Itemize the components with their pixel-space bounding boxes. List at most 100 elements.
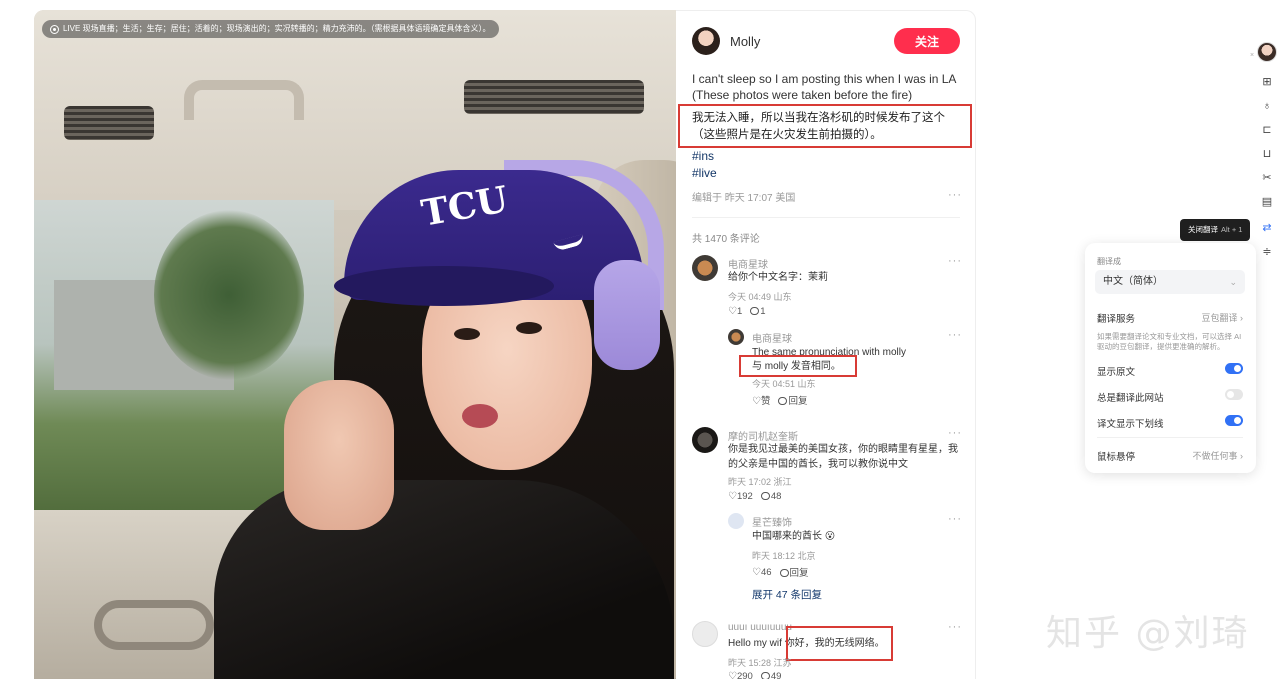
comment-actions: ♡192 48 (728, 491, 781, 502)
air-vent (64, 106, 154, 140)
reply-more-button[interactable]: ··· (948, 513, 962, 525)
reply-button[interactable]: 回复 (778, 393, 808, 407)
translation-service-row[interactable]: 翻译服务 豆包翻译 › (1097, 311, 1243, 325)
comment-more-button[interactable]: ··· (948, 427, 962, 439)
replier-name[interactable]: 电商星球 (752, 330, 792, 345)
live-icon (50, 24, 59, 34)
service-value-text: 豆包翻译 (1201, 313, 1238, 323)
service-value[interactable]: 豆包翻译 › (1201, 311, 1243, 324)
settings-icon[interactable]: ≑ (1259, 244, 1275, 260)
commenter-name[interactable]: 摩的司机赵奎斯 (728, 428, 798, 443)
always-translate-row[interactable]: 总是翻译此网站 (1097, 389, 1243, 404)
always-translate-toggle[interactable] (1225, 389, 1243, 400)
like-count: 290 (736, 671, 753, 679)
microphone-icon[interactable]: ♁ (1259, 98, 1275, 114)
reply-label: 回复 (789, 568, 809, 579)
heart-icon: ♡ (728, 306, 737, 317)
reply-button[interactable]: 回复 (779, 565, 809, 579)
hashtag-live[interactable]: #live (692, 166, 717, 180)
hover-row[interactable]: 鼠标悬停 不做任何事 › (1097, 449, 1243, 463)
reply-label: 回复 (788, 396, 808, 407)
hover-value-text: 不做任何事 (1192, 451, 1238, 461)
comments-total: 共 1470 条评论 (692, 234, 760, 245)
reply-count: 48 (770, 491, 782, 502)
comment-time: 今天 04:49 山东 (728, 292, 792, 302)
commenter-name[interactable]: 电商星球 (728, 256, 768, 271)
comment-text: 你是我见过最美的美国女孩，你的眼睛里有星星，我的父亲是中国的酋长，我可以教你说中… (728, 444, 958, 470)
commenter-avatar[interactable] (692, 621, 718, 647)
comment-text: 给你个中文名字：茉莉 (728, 272, 828, 283)
comment-icon (779, 569, 789, 577)
scissors-icon[interactable]: ✂ (1259, 170, 1275, 186)
like-button[interactable]: ♡1 (728, 306, 742, 317)
follow-button[interactable]: 关注 (894, 28, 960, 54)
show-original-row[interactable]: 显示原文 (1097, 363, 1243, 378)
comment-more-button[interactable]: ··· (948, 621, 962, 633)
service-label: 翻译服务 (1097, 314, 1136, 325)
post-more-button[interactable]: ··· (948, 189, 962, 201)
close-icon[interactable]: × (1250, 52, 1254, 59)
divider (692, 217, 960, 218)
chevron-down-icon: ⌄ (1229, 277, 1237, 287)
highlight-box (786, 626, 893, 661)
author-name[interactable]: Molly (730, 34, 760, 49)
comment-icon (750, 307, 760, 315)
commenter-avatar[interactable] (692, 255, 718, 281)
reply-button[interactable]: 49 (760, 671, 781, 679)
comment-icon (760, 492, 770, 500)
reply-button[interactable]: 1 (750, 306, 766, 317)
replier-name[interactable]: 星芒臻饰 (752, 514, 792, 529)
avatar[interactable] (692, 27, 720, 55)
commenter-avatar[interactable] (692, 427, 718, 453)
divider (1097, 437, 1243, 438)
reply-time: 今天 04:51 山东 (752, 379, 816, 389)
live-translation-banner: LIVE 现场直播；生活；生存；居住；活着的；现场演出的；实况转播的；精力充沛的… (42, 20, 499, 38)
reply-button[interactable]: 48 (760, 491, 782, 502)
eye (454, 328, 480, 340)
eye (516, 322, 542, 334)
comment-more-button[interactable]: ··· (948, 255, 962, 267)
crop-icon[interactable]: ⊏ (1259, 122, 1275, 138)
show-original-label: 显示原文 (1097, 367, 1136, 378)
post-line: I can't sleep so I am posting this when … (692, 72, 957, 86)
replier-avatar[interactable] (728, 513, 744, 529)
comment-original: Hello my wif (728, 638, 782, 649)
like-button[interactable]: ♡赞 (752, 393, 770, 407)
screenshot-icon[interactable]: ⊞ (1259, 74, 1275, 90)
post-photo[interactable]: TCU LIVE 现场直播；生活；生存；居住；活着的；现场演出的；实况转播的；精… (34, 10, 676, 679)
target-language-select[interactable]: 中文（简体） ⌄ (1095, 270, 1245, 294)
translate-to-label: 翻译成 (1097, 257, 1121, 266)
like-button[interactable]: ♡192 (728, 491, 753, 502)
close-translation-tooltip: 关闭翻译 Alt + 1 (1180, 219, 1251, 241)
reply-time: 昨天 18:12 北京 (752, 551, 816, 561)
bookmark-icon[interactable]: ⊔ (1259, 146, 1275, 162)
underline-row[interactable]: 译文显示下划线 (1097, 415, 1243, 430)
show-original-toggle[interactable] (1225, 363, 1243, 374)
reply-more-button[interactable]: ··· (948, 329, 962, 341)
like-button[interactable]: ♡46 (752, 567, 772, 578)
always-translate-label: 总是翻译此网站 (1097, 393, 1164, 404)
hover-value[interactable]: 不做任何事 › (1192, 449, 1243, 462)
document-icon[interactable]: ▤ (1259, 194, 1275, 210)
tooltip-shortcut: Alt + 1 (1221, 225, 1243, 234)
replier-avatar[interactable] (728, 329, 744, 345)
hashtag-ins[interactable]: #ins (692, 149, 714, 163)
post-panel: Molly 关注 I can't sleep so I am posting t… (676, 10, 976, 679)
heart-icon: ♡ (728, 671, 737, 679)
heart-icon: ♡ (752, 566, 761, 578)
like-button[interactable]: ♡290 (728, 671, 753, 679)
leather-jacket (214, 480, 674, 679)
translation-settings-panel: 翻译成 中文（简体） ⌄ 翻译服务 豆包翻译 › 如果需要翻译论文和专业文档，可… (1085, 243, 1256, 473)
author-info[interactable]: Molly (692, 27, 760, 55)
service-description: 如果需要翻译论文和专业文档，可以选择 AI 驱动的豆包翻译，提供更准确的解析。 (1097, 332, 1242, 351)
underline-label: 译文显示下划线 (1097, 419, 1164, 430)
reply-actions: ♡46 回复 (752, 565, 809, 580)
translate-icon[interactable]: ⇄ (1259, 220, 1275, 236)
side-toolbar: × ⊞ ♁ ⊏ ⊔ ✂ ▤ ⇄ ≑ (1250, 40, 1280, 270)
commenter-name[interactable]: uuuı uuuıuuuu (728, 622, 792, 633)
reply-actions: ♡赞 回复 (752, 393, 808, 407)
expand-replies-link[interactable]: 展开 47 条回复 (752, 587, 822, 602)
underline-toggle[interactable] (1225, 415, 1243, 426)
assistant-avatar[interactable] (1257, 42, 1277, 62)
tooltip-label: 关闭翻译 (1188, 225, 1218, 234)
